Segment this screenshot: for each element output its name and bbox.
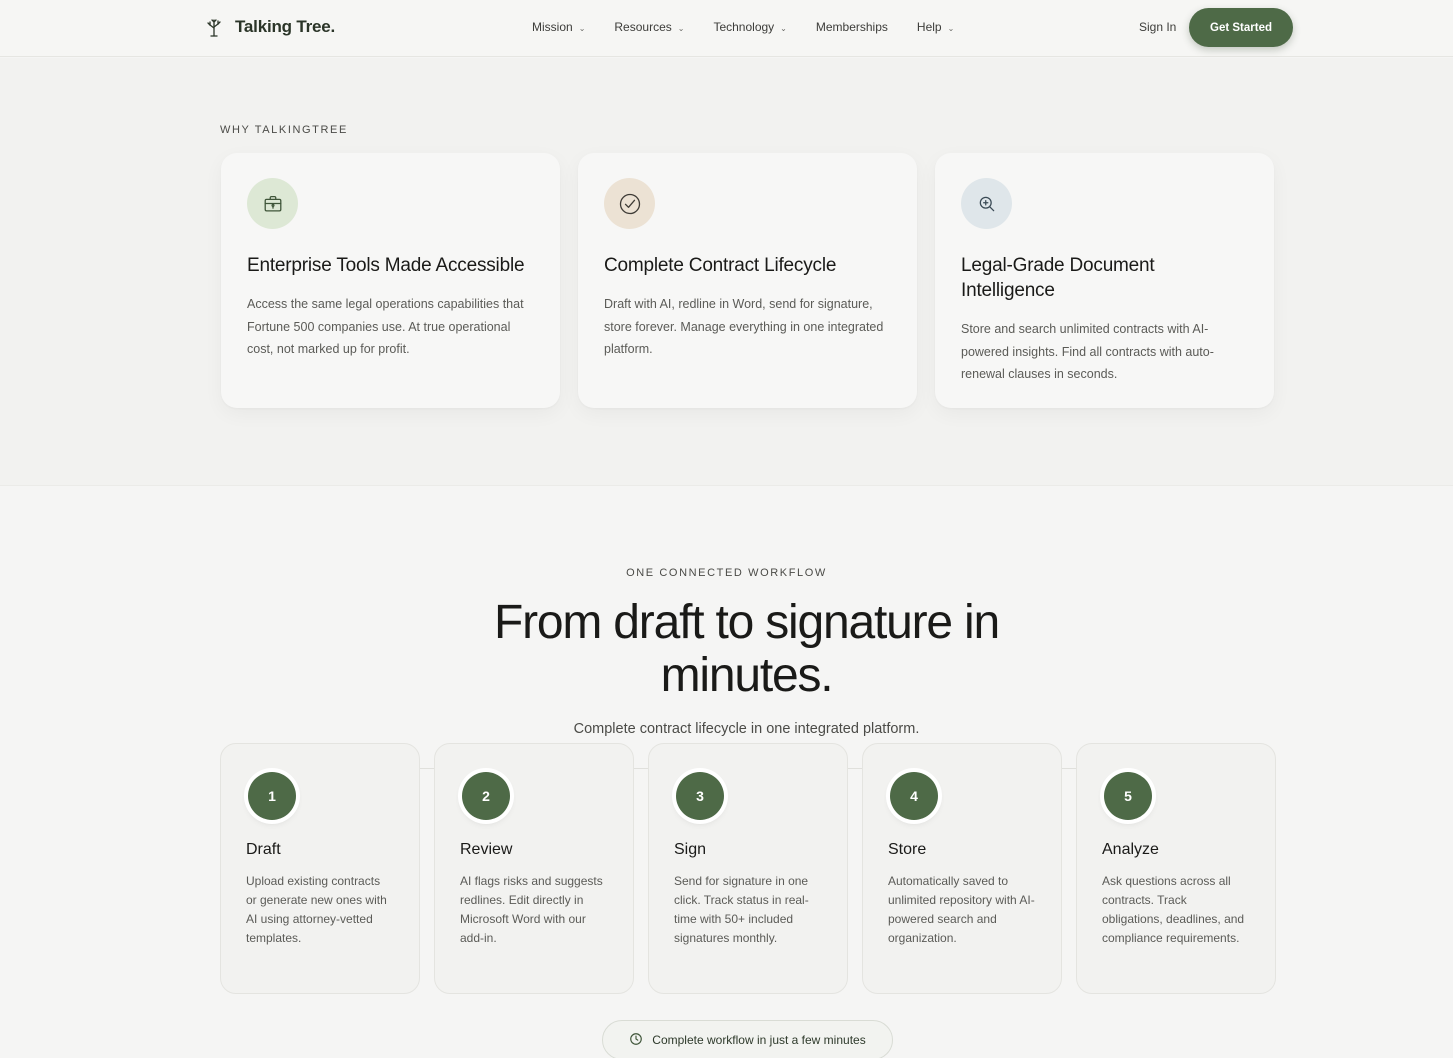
briefcase-lock-icon [247, 178, 298, 229]
feature-body: Access the same legal operations capabil… [247, 297, 524, 356]
search-icon [961, 178, 1012, 229]
step-title: Analyze [1102, 841, 1159, 858]
workflow-title-line1: From draft to signature in [493, 596, 1000, 649]
chevron-down-icon: ⌄ [947, 23, 955, 33]
workflow-title-line2: minutes. [660, 649, 834, 702]
step-card-analyze: 5 Analyze Ask questions across all contr… [1076, 743, 1276, 994]
top-nav: Talking Tree. Mission ⌄ Resources ⌄ Tech… [0, 0, 1453, 57]
workflow-subtitle: Complete contract lifecycle in one integ… [573, 721, 920, 737]
chevron-down-icon: ⌄ [677, 23, 685, 33]
nav-item-label: Technology [713, 20, 775, 34]
step-body: AI flags risks and suggests redlines. Ed… [460, 874, 603, 945]
nav-item-label: Memberships [815, 20, 888, 34]
step-card-store: 4 Store Automatically saved to unlimited… [862, 743, 1062, 994]
why-section: WHY TALKINGTREE Enterprise Tools Made Ac… [0, 58, 1453, 486]
feature-card-lifecycle: Complete Contract Lifecycle Draft with A… [578, 153, 917, 408]
step-number: 3 [676, 772, 724, 820]
step-title: Review [460, 841, 513, 858]
nav-item-resources[interactable]: Resources ⌄ [614, 20, 684, 34]
nav-item-label: Mission [532, 20, 573, 34]
step-body: Ask questions across all contracts. Trac… [1102, 874, 1245, 945]
step-title: Sign [674, 841, 707, 858]
workflow-title: From draft to signature in minutes. [0, 596, 1453, 702]
chevron-down-icon: ⌄ [578, 23, 586, 33]
workflow-eyebrow: ONE CONNECTED WORKFLOW [626, 567, 827, 579]
feature-body: Store and search unlimited contracts wit… [961, 322, 1214, 381]
feature-title: Complete Contract Lifecycle [604, 255, 837, 276]
why-eyebrow: WHY TALKINGTREE [220, 124, 348, 136]
step-number: 4 [890, 772, 938, 820]
workflow-time-badge: Complete workflow in just a few minutes [602, 1020, 893, 1058]
step-number: 2 [462, 772, 510, 820]
chevron-down-icon: ⌄ [780, 23, 787, 33]
brand-logo-link[interactable]: Talking Tree. [205, 17, 335, 37]
nav-item-help[interactable]: Help ⌄ [917, 20, 954, 34]
clock-icon [629, 1032, 643, 1049]
step-number: 1 [248, 772, 296, 820]
step-card-review: 2 Review AI flags risks and suggests red… [434, 743, 634, 994]
step-card-sign: 3 Sign Send for signature in one click. … [648, 743, 848, 994]
get-started-button[interactable]: Get Started [1189, 8, 1293, 47]
nav-item-mission[interactable]: Mission ⌄ [532, 20, 585, 34]
step-body: Automatically saved to unlimited reposit… [888, 874, 1035, 945]
feature-body: Draft with AI, redline in Word, send for… [604, 297, 884, 356]
tree-logo-icon [205, 17, 223, 37]
feature-title: Legal-Grade Document Intelligence [961, 255, 1155, 301]
workflow-time-label: Complete workflow in just a few minutes [652, 1033, 866, 1047]
step-body: Send for signature in one click. Track s… [674, 874, 809, 945]
step-number: 5 [1104, 772, 1152, 820]
nav-item-technology[interactable]: Technology ⌄ [713, 20, 786, 34]
main-menu: Mission ⌄ Resources ⌄ Technology ⌄ Membe… [532, 20, 983, 34]
step-title: Draft [246, 841, 281, 858]
brand-name: Talking Tree. [235, 17, 336, 36]
nav-item-label: Help [916, 20, 942, 34]
feature-title: Enterprise Tools Made Accessible [247, 255, 525, 276]
sign-in-link[interactable]: Sign In [1139, 20, 1176, 34]
feature-card-enterprise: Enterprise Tools Made Accessible Access … [221, 153, 560, 408]
step-body: Upload existing contracts or generate ne… [246, 874, 387, 945]
step-card-draft: 1 Draft Upload existing contracts or gen… [220, 743, 420, 994]
step-title: Store [888, 841, 927, 858]
nav-item-label: Resources [614, 20, 672, 34]
check-circle-icon [604, 178, 655, 229]
feature-card-intelligence: Legal-Grade Document Intelligence Store … [935, 153, 1274, 408]
nav-item-memberships[interactable]: Memberships [816, 20, 888, 34]
